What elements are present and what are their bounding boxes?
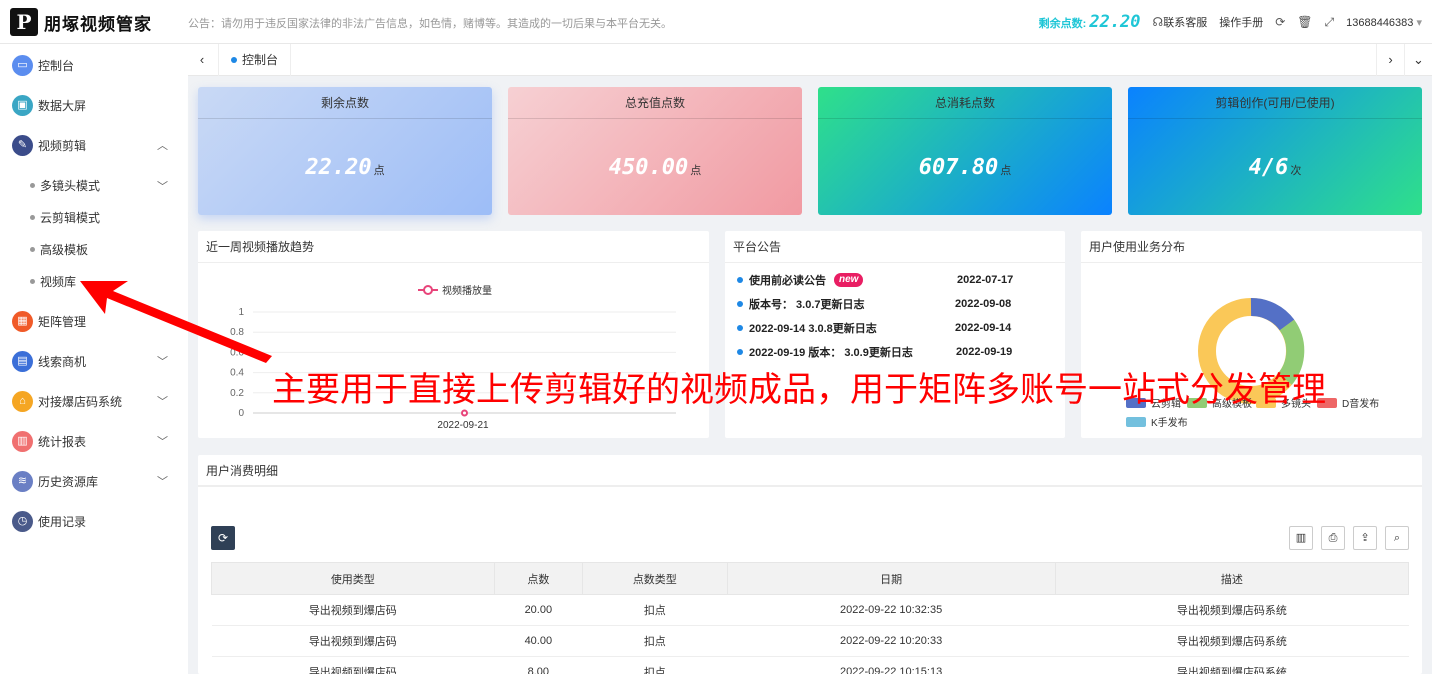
annotation-arrow: [80, 281, 272, 363]
annotation-caption: 主要用于直接上传剪辑好的视频成品，用于矩阵多账号一站式分发管理: [272, 370, 1326, 410]
red-arrow-icon: [80, 281, 272, 363]
